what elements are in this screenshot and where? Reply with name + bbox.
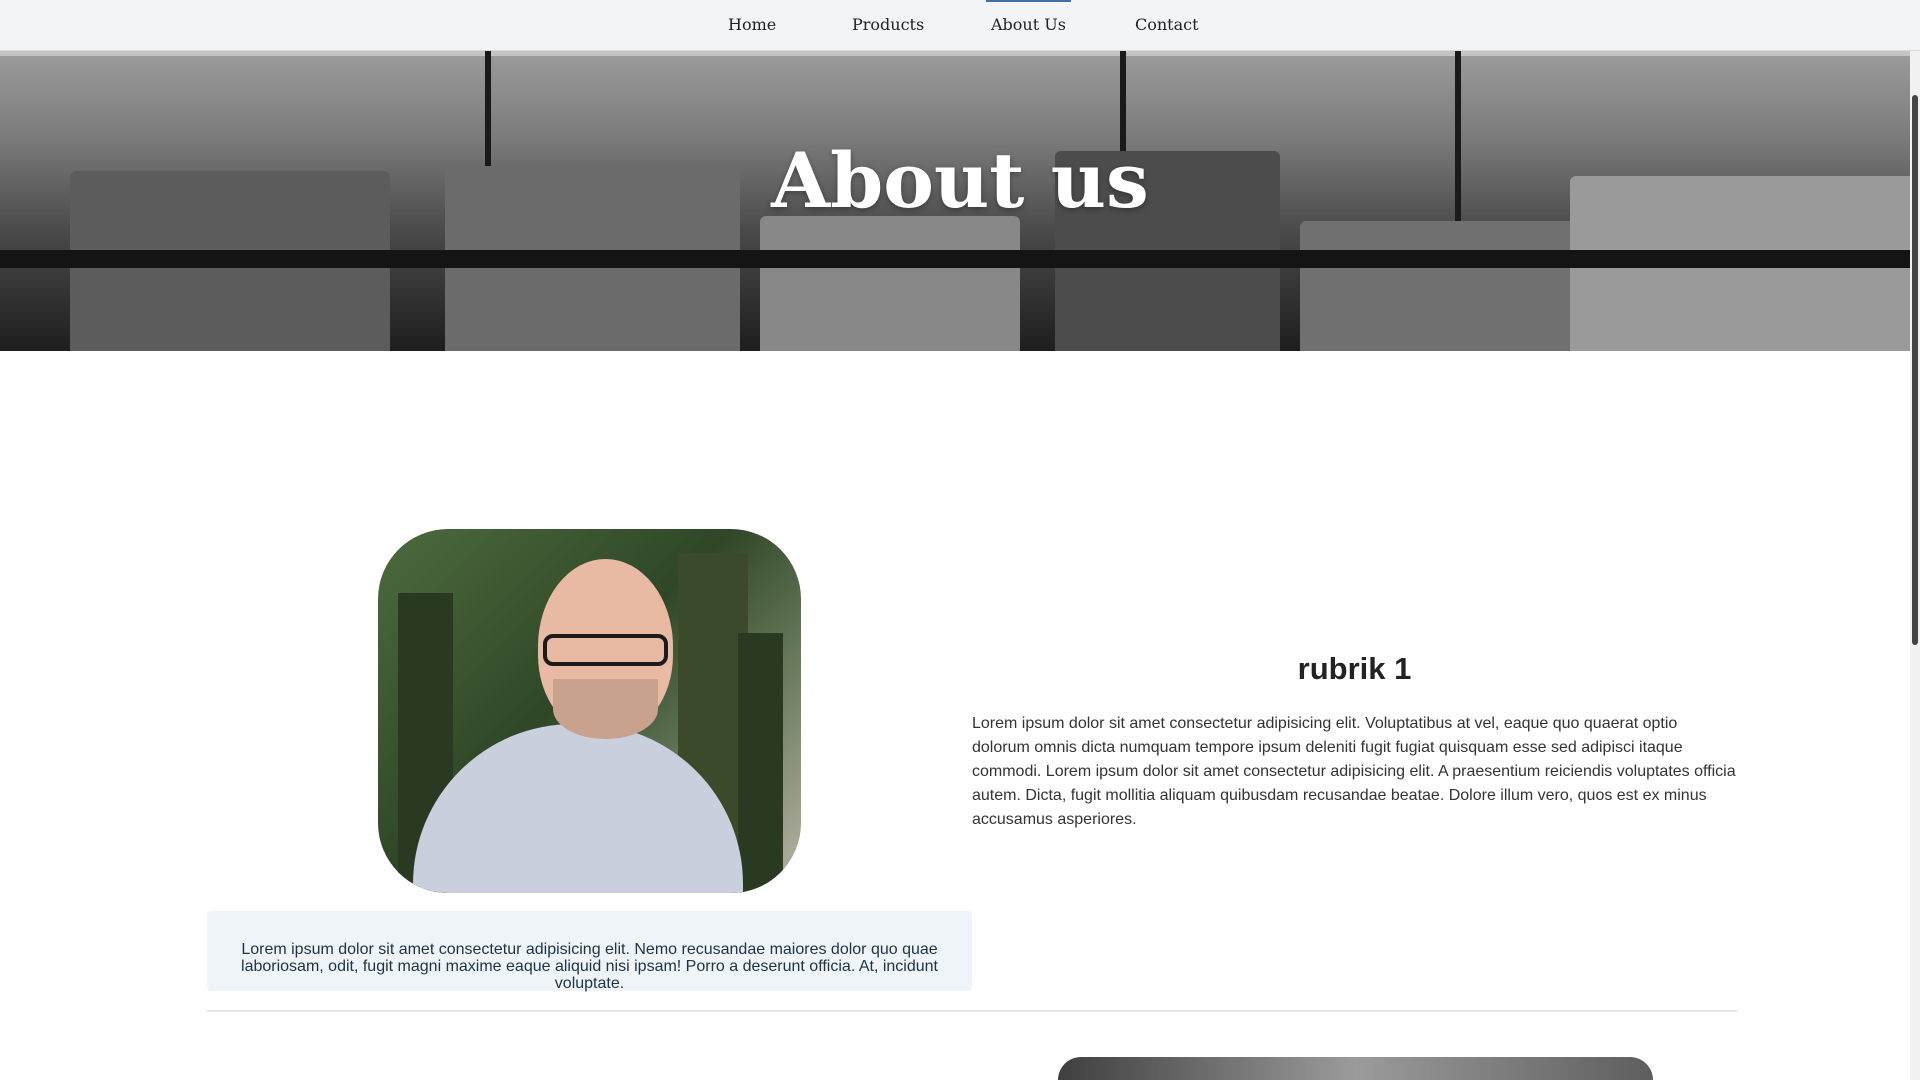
hero-folded-cardigan xyxy=(1300,221,1580,351)
section-body-text: Lorem ipsum dolor sit amet consectetur a… xyxy=(972,715,1736,828)
profile-portrait xyxy=(378,529,801,893)
top-navigation: Home Products About Us Contact xyxy=(0,0,1920,51)
nav-contact-link[interactable]: Contact xyxy=(1135,0,1199,50)
scrollbar-thumb[interactable] xyxy=(1912,95,1918,645)
section-divider xyxy=(207,1010,1737,1012)
hero-banner: About us xyxy=(0,50,1920,351)
portrait-caption: Lorem ipsum dolor sit amet consectetur a… xyxy=(241,941,938,992)
hero-shelf xyxy=(0,250,1920,268)
hero-folded-sweater xyxy=(760,216,1020,351)
portrait-beard xyxy=(553,679,658,739)
nav-products-link[interactable]: Products xyxy=(852,0,924,50)
page-scrollbar[interactable] xyxy=(1910,50,1920,1080)
portrait-tree xyxy=(738,633,783,893)
section-heading: rubrik 1 xyxy=(1297,650,1412,686)
page-title: About us xyxy=(771,135,1149,225)
nav-home-link[interactable]: Home xyxy=(728,0,776,50)
portrait-caption-box: Lorem ipsum dolor sit amet consectetur a… xyxy=(207,911,972,992)
portrait-glasses xyxy=(543,634,668,666)
nav-about-link[interactable]: About Us xyxy=(986,0,1071,50)
next-section-photo xyxy=(1058,1057,1653,1080)
